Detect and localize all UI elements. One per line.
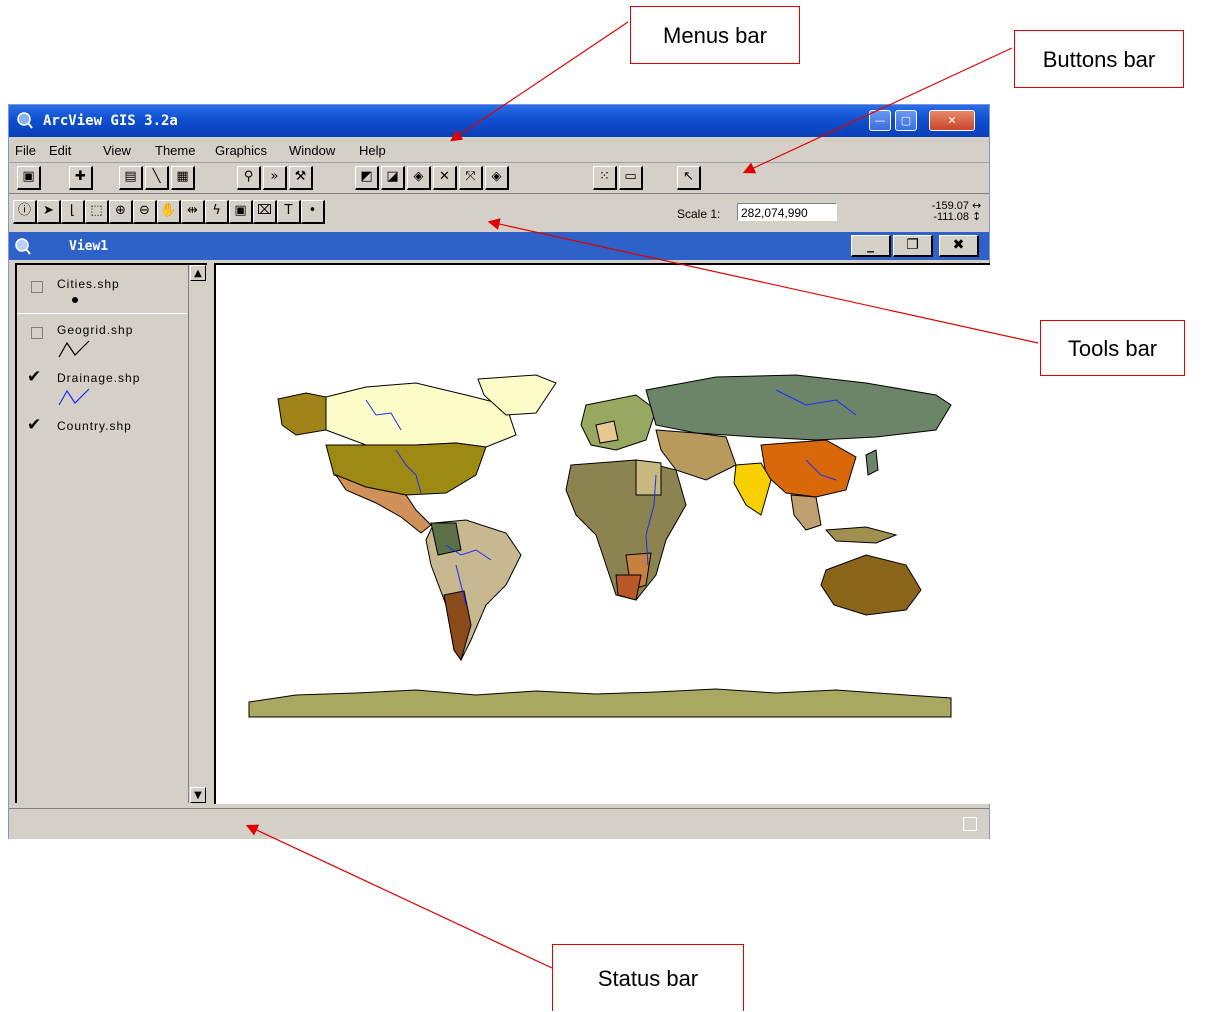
arrow-to-status — [245, 824, 553, 969]
arrow-to-menus — [450, 21, 629, 142]
arrow-to-buttons — [742, 47, 1013, 174]
annotation-arrows — [245, 21, 1039, 969]
arrow-to-tools — [487, 218, 1039, 344]
